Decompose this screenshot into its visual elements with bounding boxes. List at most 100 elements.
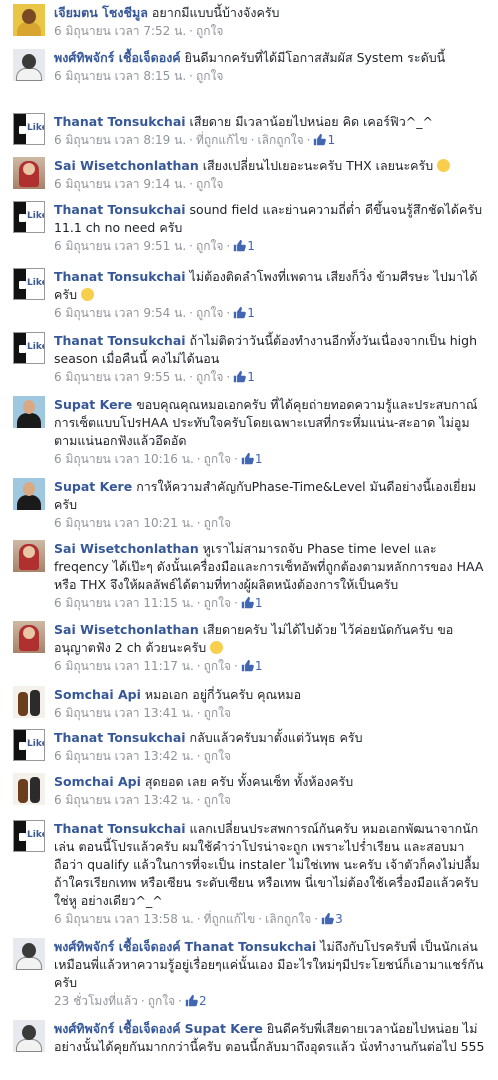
thumbs-up-icon[interactable] bbox=[241, 659, 254, 672]
commenter-name[interactable]: เจียมตน โชงชีมูล bbox=[54, 5, 148, 20]
like-count[interactable]: 1 bbox=[255, 596, 263, 610]
thumbs-up-icon[interactable] bbox=[185, 994, 198, 1007]
like-link[interactable]: ถูกใจ bbox=[196, 239, 223, 253]
like-page-avatar[interactable]: Like bbox=[13, 201, 45, 233]
user-avatar[interactable] bbox=[13, 773, 45, 805]
user-avatar[interactable] bbox=[13, 396, 45, 428]
mentioned-user[interactable]: Supat Kere bbox=[185, 1021, 263, 1036]
thumbs-up-icon[interactable] bbox=[241, 452, 254, 465]
comment-timestamp[interactable]: 6 มิถุนายน เวลา 13:41 น. bbox=[54, 706, 194, 720]
comment-text: หมอเอก อยู่กี่วันครับ คุณหมอ bbox=[144, 687, 302, 702]
smile-emoji-icon bbox=[210, 641, 224, 654]
comment-timestamp[interactable]: 6 มิถุนายน เวลา 8:19 น. bbox=[54, 133, 186, 147]
like-link[interactable]: ถูกใจ bbox=[204, 749, 231, 763]
unlike-link[interactable]: เลิกถูกใจ bbox=[265, 912, 311, 926]
thumbs-up-icon[interactable] bbox=[233, 370, 247, 383]
user-avatar[interactable] bbox=[13, 540, 45, 572]
thumbs-up-icon[interactable] bbox=[321, 912, 334, 925]
like-link[interactable]: ถูกใจ bbox=[196, 69, 223, 83]
user-avatar[interactable] bbox=[13, 621, 45, 653]
commenter-name[interactable]: พงศ์ทิพจักร์ เชื้อเจ็ดองค์ bbox=[54, 1021, 181, 1036]
edited-link[interactable]: ที่ถูกแก้ไข bbox=[196, 133, 248, 147]
comment-timestamp[interactable]: 6 มิถุนายน เวลา 10:21 น. bbox=[54, 516, 194, 530]
comment-meta: 6 มิถุนายน เวลา 10:16 น. · ถูกใจ · 1 bbox=[54, 452, 263, 466]
like-page-avatar[interactable]: Like bbox=[13, 332, 45, 364]
commenter-name[interactable]: Thanat Tonsukchai bbox=[54, 333, 186, 348]
edited-link[interactable]: ที่ถูกแก้ไข bbox=[204, 912, 256, 926]
like-link[interactable]: ถูกใจ bbox=[196, 306, 223, 320]
like-page-avatar[interactable]: Like bbox=[13, 729, 45, 761]
comment-text: สุดยอด เลย ครับ ทั้งคนเซ็ท ทั้งห้องครับ bbox=[144, 774, 354, 789]
comment-timestamp[interactable]: 6 มิถุนายน เวลา 13:42 น. bbox=[54, 793, 194, 807]
commenter-name[interactable]: Supat Kere bbox=[54, 397, 132, 412]
user-avatar[interactable] bbox=[13, 478, 45, 510]
like-count[interactable]: 1 bbox=[255, 659, 263, 673]
comment-timestamp[interactable]: 6 มิถุนายน เวลา 9:14 น. bbox=[54, 177, 186, 191]
like-count[interactable]: 1 bbox=[255, 452, 263, 466]
mentioned-user[interactable]: Thanat Tonsukchai bbox=[185, 939, 317, 954]
commenter-name[interactable]: พงศ์ทิพจักร์ เชื้อเจ็ดองค์ bbox=[54, 50, 181, 65]
commenter-name[interactable]: Thanat Tonsukchai bbox=[54, 202, 186, 217]
like-page-avatar[interactable]: Like bbox=[13, 820, 45, 852]
comment-text: อยากมีแบบนี้บ้างจังครับ bbox=[151, 5, 280, 20]
like-link[interactable]: ถูกใจ bbox=[196, 177, 223, 191]
like-link[interactable]: ถูกใจ bbox=[196, 370, 223, 384]
user-avatar[interactable] bbox=[13, 686, 45, 718]
like-count[interactable]: 2 bbox=[199, 994, 207, 1008]
like-page-avatar[interactable]: Like bbox=[13, 268, 45, 300]
comment-meta: 6 มิถุนายน เวลา 10:21 น. · ถูกใจ bbox=[54, 516, 232, 530]
commenter-name[interactable]: Thanat Tonsukchai bbox=[54, 269, 186, 284]
user-avatar[interactable] bbox=[13, 1020, 45, 1052]
comment-timestamp[interactable]: 6 มิถุนายน เวลา 9:51 น. bbox=[54, 239, 186, 253]
commenter-name[interactable]: พงศ์ทิพจักร์ เชื้อเจ็ดองค์ bbox=[54, 939, 181, 954]
like-link[interactable]: ถูกใจ bbox=[204, 793, 231, 807]
like-count[interactable]: 1 bbox=[247, 239, 255, 253]
user-avatar[interactable] bbox=[13, 938, 45, 970]
commenter-name[interactable]: Somchai Api bbox=[54, 687, 141, 702]
comment-meta: 6 มิถุนายน เวลา 7:52 น. · ถูกใจ bbox=[54, 24, 224, 38]
thumbs-up-icon[interactable] bbox=[233, 306, 247, 319]
like-link[interactable]: ถูกใจ bbox=[204, 659, 231, 673]
commenter-name[interactable]: Somchai Api bbox=[54, 774, 141, 789]
like-link[interactable]: ถูกใจ bbox=[148, 994, 175, 1008]
like-link[interactable]: ถูกใจ bbox=[196, 24, 223, 38]
comment-timestamp[interactable]: 6 มิถุนายน เวลา 9:55 น. bbox=[54, 370, 186, 384]
comment-meta: 6 มิถุนายน เวลา 13:42 น. · ถูกใจ bbox=[54, 793, 232, 807]
like-link[interactable]: ถูกใจ bbox=[204, 596, 231, 610]
like-count[interactable]: 1 bbox=[247, 306, 255, 320]
like-count[interactable]: 3 bbox=[335, 912, 343, 926]
like-link[interactable]: ถูกใจ bbox=[204, 452, 231, 466]
commenter-name[interactable]: Sai Wisetchonlathan bbox=[54, 541, 199, 556]
comment-meta: 6 มิถุนายน เวลา 9:54 น. · ถูกใจ · 1 bbox=[54, 306, 255, 320]
like-link[interactable]: ถูกใจ bbox=[204, 516, 231, 530]
commenter-name[interactable]: Supat Kere bbox=[54, 479, 132, 494]
thumbs-up-icon[interactable] bbox=[241, 596, 254, 609]
comment-timestamp[interactable]: 6 มิถุนายน เวลา 13:42 น. bbox=[54, 749, 194, 763]
like-link[interactable]: ถูกใจ bbox=[204, 706, 231, 720]
user-avatar[interactable] bbox=[13, 157, 45, 189]
comment-timestamp[interactable]: 6 มิถุนายน เวลา 9:54 น. bbox=[54, 306, 186, 320]
comment-timestamp[interactable]: 6 มิถุนายน เวลา 7:52 น. bbox=[54, 24, 186, 38]
commenter-name[interactable]: Thanat Tonsukchai bbox=[54, 730, 186, 745]
user-avatar[interactable] bbox=[13, 4, 45, 36]
commenter-name[interactable]: Sai Wisetchonlathan bbox=[54, 622, 199, 637]
comment-meta: 6 มิถุนายน เวลา 8:19 น. · ที่ถูกแก้ไข · เลิก… bbox=[54, 133, 336, 147]
like-page-avatar[interactable]: Like bbox=[13, 113, 45, 145]
comment-timestamp[interactable]: 23 ชั่วโมงที่แล้ว bbox=[54, 994, 138, 1008]
unlike-link[interactable]: เลิกถูกใจ bbox=[257, 133, 303, 147]
thumbs-up-icon[interactable] bbox=[313, 133, 327, 146]
user-avatar[interactable] bbox=[13, 49, 45, 81]
comment-timestamp[interactable]: 6 มิถุนายน เวลา 11:15 น. bbox=[54, 596, 194, 610]
comment-meta: 6 มิถุนายน เวลา 13:41 น. · ถูกใจ bbox=[54, 706, 232, 720]
comment-timestamp[interactable]: 6 มิถุนายน เวลา 10:16 น. bbox=[54, 452, 194, 466]
like-count[interactable]: 1 bbox=[247, 370, 255, 384]
commenter-name[interactable]: Thanat Tonsukchai bbox=[54, 114, 186, 129]
commenter-name[interactable]: Sai Wisetchonlathan bbox=[54, 158, 199, 173]
comment-timestamp[interactable]: 6 มิถุนายน เวลา 13:58 น. bbox=[54, 912, 194, 926]
comment-timestamp[interactable]: 6 มิถุนายน เวลา 8:15 น. bbox=[54, 69, 186, 83]
commenter-name[interactable]: Thanat Tonsukchai bbox=[54, 821, 186, 836]
comment-timestamp[interactable]: 6 มิถุนายน เวลา 11:17 น. bbox=[54, 659, 194, 673]
smile-emoji-icon bbox=[437, 159, 451, 172]
like-count[interactable]: 1 bbox=[327, 133, 335, 147]
thumbs-up-icon[interactable] bbox=[233, 239, 247, 252]
